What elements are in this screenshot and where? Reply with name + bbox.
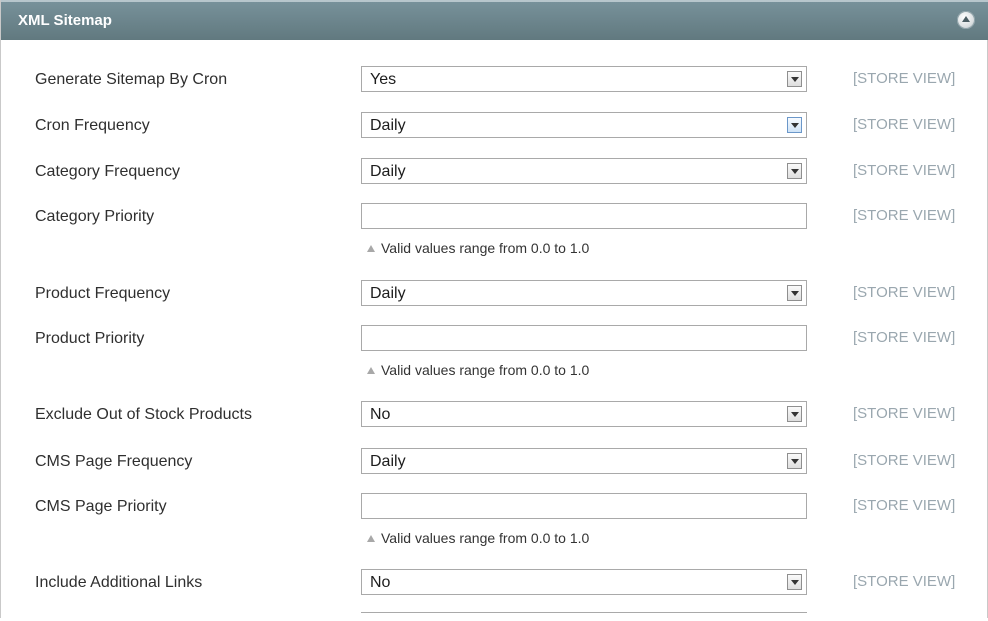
field-label: CMS Page Priority [35,498,167,515]
scope-label: [STORE VIEW] [853,162,956,179]
field-label: Include Additional Links [35,574,203,591]
note-text: Valid values range from 0.0 to 1.0 [381,362,590,378]
select-value: Yes [370,71,397,88]
select-value: Daily [370,163,406,180]
field-label: Cron Frequency [35,117,150,134]
scope-label: [STORE VIEW] [853,207,956,224]
scope-label: [STORE VIEW] [853,329,956,346]
include-additional-links-select[interactable]: No [361,569,807,595]
note-triangle-icon [367,245,375,252]
field-label: Product Priority [35,330,145,347]
select-value: No [370,574,391,591]
xml-sitemap-panel: XML Sitemap Generate Sitemap By Cron Yes… [0,0,988,618]
field-note: Valid values range from 0.0 to 1.0 [367,362,589,378]
chevron-down-icon[interactable] [787,574,802,590]
field-label: Category Priority [35,208,155,225]
exclude-out-of-stock-select[interactable]: No [361,401,807,427]
category-priority-input[interactable] [361,203,807,229]
scope-label: [STORE VIEW] [853,284,956,301]
scope-label: [STORE VIEW] [853,70,956,87]
chevron-down-icon[interactable] [787,406,802,422]
product-frequency-select[interactable]: Daily [361,280,807,306]
chevron-down-icon[interactable] [787,71,802,87]
scope-label: [STORE VIEW] [853,573,956,590]
field-note: Valid values range from 0.0 to 1.0 [367,240,589,256]
section-title: XML Sitemap [18,12,112,29]
note-triangle-icon [367,367,375,374]
field-label: CMS Page Frequency [35,453,193,470]
field-label: Product Frequency [35,285,171,302]
select-value: Daily [370,453,406,470]
select-value: Daily [370,117,406,134]
field-label: Category Frequency [35,163,180,180]
note-text: Valid values range from 0.0 to 1.0 [381,530,590,546]
chevron-down-icon[interactable] [787,163,802,179]
collapse-up-icon[interactable] [957,11,975,29]
note-triangle-icon [367,535,375,542]
scope-label: [STORE VIEW] [853,452,956,469]
select-value: No [370,406,391,423]
category-frequency-select[interactable]: Daily [361,158,807,184]
field-label: Generate Sitemap By Cron [35,71,228,88]
scope-label: [STORE VIEW] [853,116,956,133]
section-header[interactable]: XML Sitemap [1,0,988,40]
chevron-down-icon[interactable] [787,285,802,301]
scope-label: [STORE VIEW] [853,497,956,514]
cms-page-priority-input[interactable] [361,493,807,519]
note-text: Valid values range from 0.0 to 1.0 [381,240,590,256]
select-value: Daily [370,285,406,302]
next-field-edge [361,612,807,621]
generate-sitemap-select[interactable]: Yes [361,66,807,92]
chevron-down-icon[interactable] [787,453,802,469]
field-note: Valid values range from 0.0 to 1.0 [367,530,589,546]
chevron-down-icon[interactable] [787,117,802,133]
scope-label: [STORE VIEW] [853,405,956,422]
field-label: Exclude Out of Stock Products [35,406,252,423]
product-priority-input[interactable] [361,325,807,351]
cms-page-frequency-select[interactable]: Daily [361,448,807,474]
cron-frequency-select[interactable]: Daily [361,112,807,138]
